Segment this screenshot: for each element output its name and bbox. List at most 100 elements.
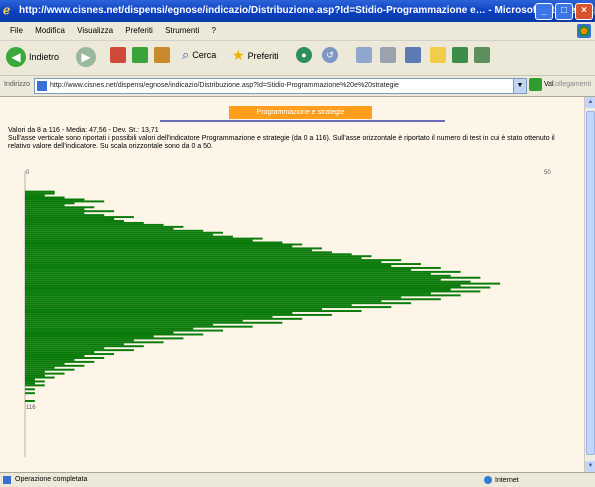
- search-label: Cerca: [192, 50, 217, 60]
- histogram-bar: [25, 251, 332, 254]
- histogram-bar: [25, 200, 105, 203]
- indicator-tab[interactable]: Programmazione e strategie: [229, 106, 372, 119]
- histogram-bar: [25, 280, 471, 283]
- search-button[interactable]: ⌕ Cerca: [182, 47, 216, 63]
- histogram-bar: [25, 308, 322, 311]
- histogram-bar: [25, 345, 144, 348]
- back-button[interactable]: ◀ Indietro: [6, 47, 59, 67]
- histogram-bar: [25, 374, 45, 377]
- histogram-bar: [25, 265, 392, 267]
- stop-button[interactable]: [110, 47, 126, 63]
- histogram-bar: [25, 220, 124, 222]
- mail-button[interactable]: [356, 47, 372, 63]
- favorites-label: Preferiti: [247, 50, 279, 61]
- histogram-bar: [25, 392, 35, 395]
- tab-divider: [160, 120, 445, 122]
- links-label[interactable]: Collegamenti: [550, 81, 591, 88]
- forward-button[interactable]: ▶: [76, 47, 96, 67]
- histogram-bar: [25, 245, 293, 248]
- histogram-bar: [25, 278, 441, 281]
- scroll-up-button[interactable]: ▲: [585, 97, 595, 108]
- histogram-bar: [25, 218, 115, 221]
- window-title: http://www.cisnes.net/dispensi/egnose/in…: [19, 5, 595, 16]
- research-icon: [474, 47, 490, 63]
- history-icon: ↺: [322, 47, 338, 63]
- histogram-bar: [25, 382, 35, 385]
- histogram-bar: [25, 339, 134, 342]
- histogram-bar: [25, 292, 431, 295]
- histogram-bar: [25, 194, 45, 197]
- histogram-bar: [25, 368, 75, 371]
- histogram-bar: [25, 255, 372, 258]
- histogram-bar: [25, 319, 243, 322]
- scroll-thumb[interactable]: [586, 111, 595, 455]
- vertical-scrollbar[interactable]: ▲ ▼: [584, 97, 595, 472]
- histogram-bar: [25, 372, 65, 375]
- histogram-bar: [25, 358, 75, 361]
- home-button[interactable]: [154, 47, 170, 63]
- menu-preferiti[interactable]: Preferiti: [125, 22, 153, 40]
- histogram-bar: [25, 276, 481, 279]
- messenger-button[interactable]: [452, 47, 468, 63]
- menu-strumenti[interactable]: Strumenti: [165, 22, 199, 40]
- histogram-bar: [25, 341, 164, 344]
- histogram-bar: [25, 384, 45, 387]
- window-title-bar[interactable]: ℯ http://www.cisnes.net/dispensi/egnose/…: [0, 0, 595, 22]
- histogram-bar: [25, 343, 124, 346]
- edit-button[interactable]: [405, 47, 421, 63]
- print-button[interactable]: [380, 47, 396, 63]
- page-content: Programmazione e strategie Valori da 8 a…: [0, 97, 584, 472]
- address-dropdown-button[interactable]: ▼: [513, 78, 527, 94]
- internet-explorer-icon: ℯ: [3, 3, 11, 17]
- menu-help[interactable]: ?: [212, 22, 216, 40]
- history-button[interactable]: ↺: [322, 47, 338, 63]
- histogram-bar: [25, 196, 65, 199]
- histogram-bar: [25, 400, 35, 402]
- favorites-button[interactable]: ★ Preferiti: [232, 47, 279, 64]
- maximize-button[interactable]: □: [555, 3, 573, 20]
- zone-label: Internet: [495, 476, 519, 484]
- histogram-bar: [25, 315, 273, 318]
- media-button[interactable]: ●: [296, 47, 312, 63]
- menu-modifica[interactable]: Modifica: [35, 22, 65, 40]
- histogram-bar: [25, 388, 35, 391]
- histogram-bar: [25, 376, 55, 379]
- histogram-bar: [25, 370, 45, 373]
- scroll-down-button[interactable]: ▼: [585, 461, 595, 472]
- windows-logo-icon: [577, 24, 591, 38]
- histogram-bar: [25, 190, 55, 193]
- research-button[interactable]: [474, 47, 490, 63]
- histogram-bar: [25, 202, 75, 205]
- histogram-bar: [25, 335, 154, 338]
- go-arrow-icon: [529, 78, 542, 91]
- histogram-bar: [25, 286, 491, 289]
- search-icon: ⌕: [182, 47, 190, 62]
- histogram-bar: [25, 257, 362, 260]
- folder-button[interactable]: [430, 47, 446, 63]
- histogram-bar: [25, 288, 451, 291]
- security-zone: Internet: [484, 476, 519, 484]
- minimize-button[interactable]: _: [535, 3, 553, 20]
- globe-icon: [484, 476, 492, 484]
- back-arrow-icon: ◀: [6, 47, 26, 67]
- histogram-bar: [25, 349, 134, 352]
- histogram-bar: [25, 284, 461, 287]
- status-bar: Operazione completata Internet: [0, 472, 595, 487]
- refresh-button[interactable]: [132, 47, 148, 63]
- histogram-bar: [25, 313, 332, 316]
- histogram-bar: [25, 274, 451, 277]
- histogram-bar: [25, 268, 412, 271]
- edit-icon: [405, 47, 421, 63]
- close-button[interactable]: ×: [575, 3, 593, 20]
- histogram-bar: [25, 290, 481, 293]
- menu-file[interactable]: File: [10, 22, 23, 40]
- histogram-bar: [25, 331, 174, 334]
- histogram-bar: [25, 270, 461, 273]
- bars-group: [25, 190, 501, 402]
- menu-visualizza[interactable]: Visualizza: [77, 22, 113, 40]
- chart-description: Sull'asse verticale sono riportati i pos…: [8, 135, 555, 150]
- histogram-bar: [25, 364, 85, 367]
- back-label: Indietro: [29, 52, 60, 62]
- refresh-icon: [132, 47, 148, 63]
- address-input[interactable]: http://www.cisnes.net/dispensi/egnose/in…: [34, 78, 514, 94]
